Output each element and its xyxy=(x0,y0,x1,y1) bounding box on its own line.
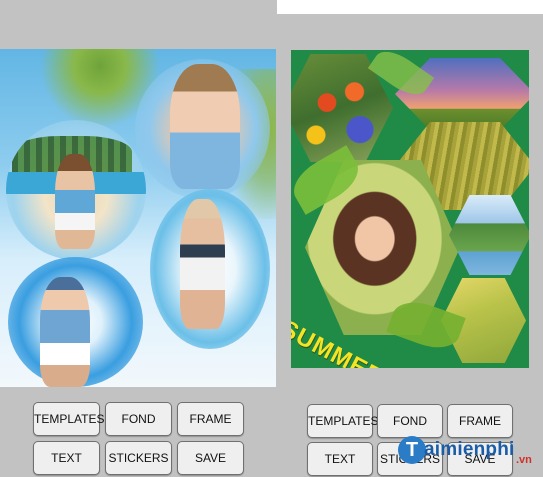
watermark-suffix: .vn xyxy=(516,454,532,466)
text-button[interactable]: TEXT xyxy=(33,441,100,475)
templates-button[interactable]: TEMPLATES xyxy=(307,404,378,438)
text-button[interactable]: TEXT xyxy=(307,442,373,476)
frame-button[interactable]: FRAME xyxy=(177,402,244,436)
stickers-button[interactable]: STICKERS xyxy=(105,441,172,475)
woman-photo xyxy=(170,64,240,189)
templates-button[interactable]: TEMPLATES xyxy=(33,402,104,436)
summer-collage-canvas[interactable]: SUMMER xyxy=(291,50,529,368)
taimienphi-watermark: T aimienphi .vn xyxy=(398,432,538,472)
fond-button[interactable]: FOND xyxy=(105,402,172,436)
beach-collage-canvas[interactable] xyxy=(0,49,276,387)
woman-photo xyxy=(40,277,90,387)
taimienphi-logo-icon: T xyxy=(398,436,426,464)
top-status-strip xyxy=(277,0,543,14)
save-button[interactable]: SAVE xyxy=(177,441,244,475)
woman-photo xyxy=(180,199,225,329)
watermark-text: aimienphi xyxy=(424,439,515,460)
woman-photo xyxy=(55,154,95,249)
